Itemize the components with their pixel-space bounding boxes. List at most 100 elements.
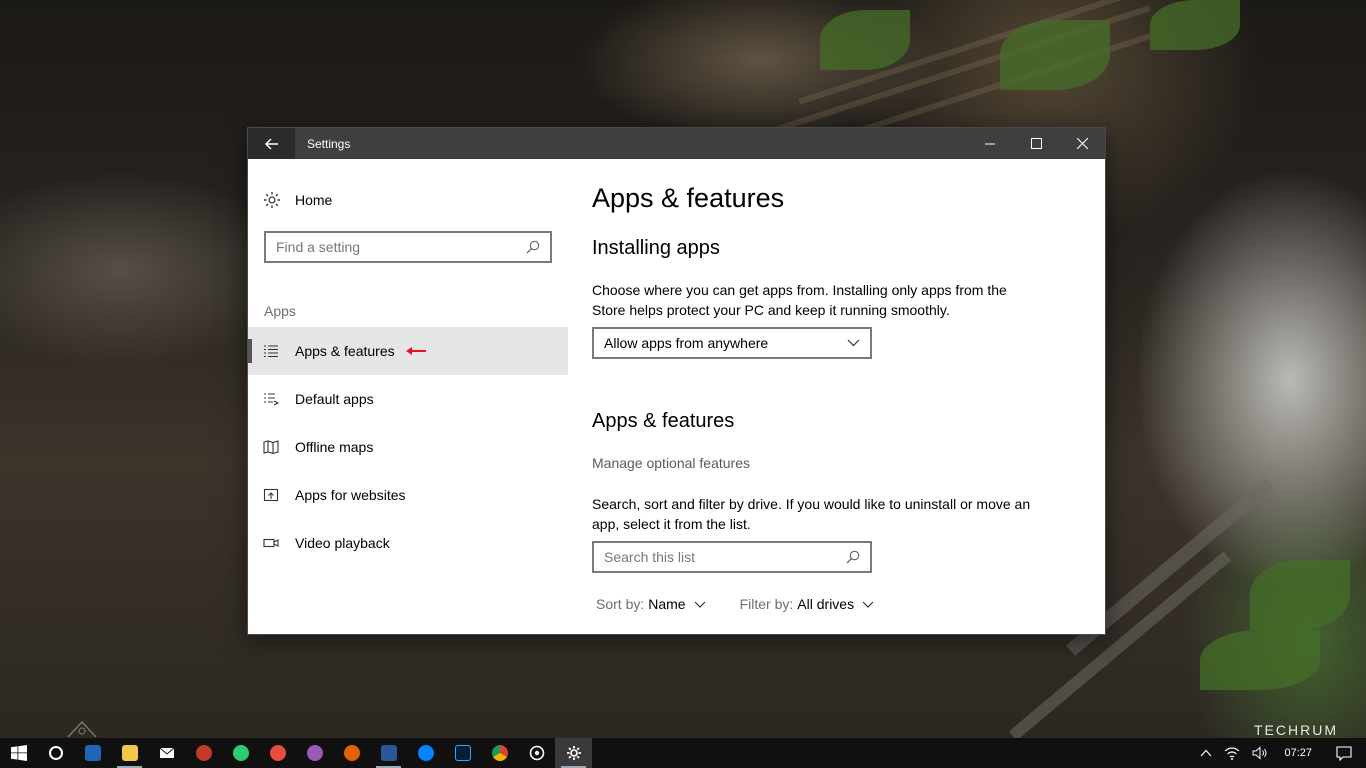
left-arrow-icon <box>405 347 426 355</box>
volume-icon <box>1252 746 1267 760</box>
taskbar-app-photoshop[interactable] <box>444 738 481 768</box>
wallpaper-leaf <box>1200 630 1320 690</box>
apps-features-heading: Apps & features <box>592 410 735 432</box>
clock[interactable]: 07:27 <box>1274 747 1322 759</box>
app-icon <box>195 745 212 761</box>
wallpaper-leaf <box>820 10 910 70</box>
taskbar-app-messenger[interactable] <box>407 738 444 768</box>
app-icon <box>269 745 286 761</box>
title-bar: Settings <box>248 128 1105 159</box>
window-title: Settings <box>307 136 351 151</box>
maximize-button[interactable] <box>1013 128 1059 159</box>
red-arrow-annotation <box>405 346 427 356</box>
start-button[interactable] <box>0 738 37 768</box>
chevron-down-icon <box>862 601 874 608</box>
find-setting-box[interactable] <box>264 231 552 263</box>
filter-value: All drives <box>797 596 855 612</box>
sidebar-item-label: Video playback <box>295 535 390 551</box>
back-button[interactable] <box>248 128 295 159</box>
video-icon <box>263 538 279 548</box>
gear-icon <box>264 192 280 208</box>
filter-by-dropdown[interactable]: Filter by: All drives <box>740 596 874 612</box>
techrum-watermark: TECHRUM <box>1254 722 1338 738</box>
maximize-icon <box>1030 138 1042 149</box>
taskbar-app[interactable] <box>185 738 222 768</box>
sidebar-item-apps-features[interactable]: Apps & features <box>248 327 568 375</box>
taskbar-app-mail[interactable] <box>148 738 185 768</box>
firefox-icon <box>343 745 360 761</box>
sort-filter-row: Sort by: Name Filter by: All drives <box>596 596 908 612</box>
photoshop-icon <box>454 745 471 761</box>
taskbar-app[interactable] <box>259 738 296 768</box>
sidebar-item-label: Apps & features <box>295 343 395 359</box>
installing-apps-description: Choose where you can get apps from. Inst… <box>592 282 1007 318</box>
sidebar-item-label: Offline maps <box>295 439 374 455</box>
settings-window: Settings Home Find a setting Apps Apps &… <box>247 127 1106 635</box>
filter-label: Filter by: <box>739 596 794 612</box>
list-icon <box>264 345 278 358</box>
default-apps-icon <box>264 393 279 406</box>
installing-apps-heading: Installing apps <box>592 237 720 259</box>
dropdown-value: Allow apps from anywhere <box>604 335 769 351</box>
action-center-button[interactable] <box>1322 738 1366 768</box>
map-icon <box>263 440 279 454</box>
sort-value: Name <box>648 596 686 612</box>
minimize-button[interactable] <box>967 128 1013 159</box>
mail-icon <box>159 747 174 758</box>
search-icon <box>526 240 540 254</box>
sort-label: Sort by: <box>596 596 645 612</box>
taskbar: 07:27 <box>0 738 1366 768</box>
network-button[interactable] <box>1218 738 1246 768</box>
taskbar-app-gotv[interactable] <box>74 738 111 768</box>
sidebar-item-offline-maps[interactable]: Offline maps <box>248 423 568 471</box>
open-in-app-icon <box>263 488 279 502</box>
app-icon <box>306 745 323 761</box>
sidebar-section-heading: Apps <box>264 303 296 319</box>
sidebar-nav: Apps & features Default apps Offline map… <box>248 327 568 567</box>
chevron-up-icon <box>1201 749 1212 757</box>
sidebar-item-video-playback[interactable]: Video playback <box>248 519 568 567</box>
sidebar-item-label: Default apps <box>295 391 374 407</box>
cortana-button[interactable] <box>37 738 74 768</box>
home-label: Home <box>295 192 333 208</box>
taskbar-app[interactable] <box>296 738 333 768</box>
back-arrow-icon <box>264 138 278 149</box>
manage-optional-features-link[interactable]: Manage optional features <box>592 455 750 471</box>
messenger-icon <box>417 745 434 761</box>
taskbar-app-chrome[interactable] <box>481 738 518 768</box>
cortana-icon <box>48 746 63 760</box>
close-icon <box>1076 138 1088 149</box>
settings-content: Apps & features Installing apps Choose w… <box>592 159 1105 635</box>
window-controls <box>967 128 1105 159</box>
wifi-icon <box>1225 747 1240 760</box>
wallpaper-leaf <box>1000 20 1110 90</box>
show-hidden-icons-button[interactable] <box>1194 738 1218 768</box>
apps-features-description: Search, sort and filter by drive. If you… <box>592 496 1031 532</box>
sidebar-item-default-apps[interactable]: Default apps <box>248 375 568 423</box>
taskbar-app-settings[interactable] <box>555 738 592 768</box>
close-button[interactable] <box>1059 128 1105 159</box>
file-explorer-icon <box>121 745 138 761</box>
wallpaper-leaf <box>1250 560 1350 630</box>
taskbar-app-groove[interactable] <box>518 738 555 768</box>
camera-watermark-icon <box>67 720 97 738</box>
sort-by-dropdown[interactable]: Sort by: Name <box>596 596 706 612</box>
chevron-down-icon <box>694 601 706 608</box>
taskbar-app[interactable] <box>222 738 259 768</box>
system-tray: 07:27 <box>1194 738 1366 768</box>
sidebar-item-apps-for-websites[interactable]: Apps for websites <box>248 471 568 519</box>
volume-button[interactable] <box>1246 738 1274 768</box>
search-icon <box>846 550 860 564</box>
install-source-dropdown[interactable]: Allow apps from anywhere <box>592 327 872 359</box>
home-link[interactable]: Home <box>263 191 332 209</box>
taskbar-app-word[interactable] <box>370 738 407 768</box>
taskbar-app-file-explorer[interactable] <box>111 738 148 768</box>
wallpaper-leaf <box>1150 0 1240 50</box>
search-list-input[interactable] <box>604 549 846 565</box>
taskbar-app-firefox[interactable] <box>333 738 370 768</box>
app-icon <box>232 745 249 761</box>
find-setting-input[interactable] <box>276 239 526 255</box>
notification-icon <box>1336 745 1352 761</box>
gotv-icon <box>84 745 101 761</box>
search-list-box[interactable] <box>592 541 872 573</box>
